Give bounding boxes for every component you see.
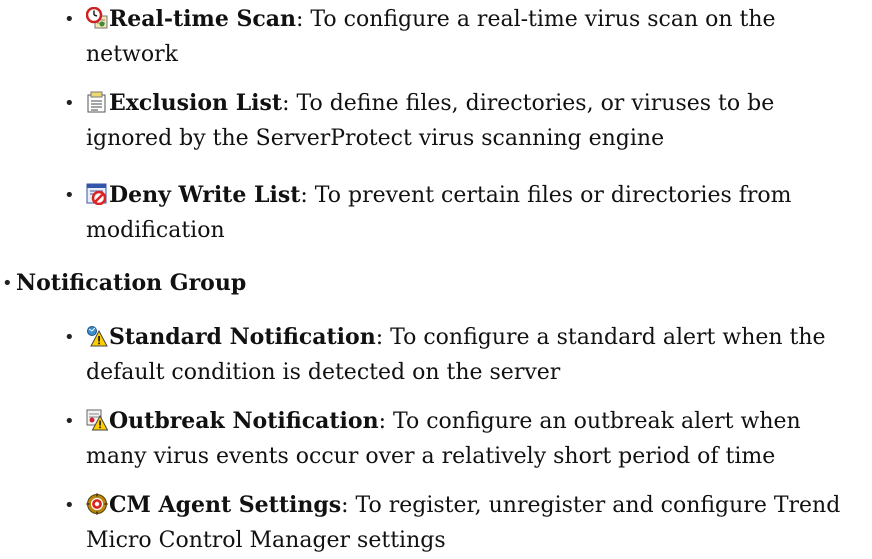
bullet: • bbox=[64, 185, 75, 206]
outbreak-notification-icon bbox=[86, 409, 108, 431]
exclusion-list-icon bbox=[86, 91, 108, 113]
list-item: • CM Agent Settings: To register, unregi… bbox=[64, 488, 846, 558]
notification-group-heading: • Notification Group bbox=[2, 266, 836, 301]
bullet: • bbox=[2, 273, 13, 294]
term-exclusion-list: Exclusion List bbox=[109, 90, 283, 116]
cm-agent-settings-icon bbox=[86, 493, 108, 515]
group-title: Notification Group bbox=[16, 270, 247, 296]
term-deny-write-list: Deny Write List bbox=[109, 182, 301, 208]
bullet: • bbox=[64, 495, 75, 516]
list-item: • Outbreak Notification: To configure an… bbox=[64, 404, 846, 474]
term-standard-notification: Standard Notification bbox=[109, 324, 376, 350]
standard-notification-icon bbox=[86, 325, 108, 347]
bullet: • bbox=[64, 93, 75, 114]
list-item: • Deny Write List: To prevent certain fi… bbox=[64, 178, 846, 248]
term-cm-agent-settings: CM Agent Settings bbox=[109, 492, 342, 518]
bullet: • bbox=[64, 327, 75, 348]
list-item: • Standard Notification: To configure a … bbox=[64, 320, 846, 390]
term-outbreak-notification: Outbreak Notification bbox=[109, 408, 379, 434]
deny-write-list-icon bbox=[86, 183, 108, 205]
list-item: • Real-time Scan: To configure a real-ti… bbox=[64, 2, 846, 72]
bullet: • bbox=[64, 9, 75, 30]
real-time-scan-icon bbox=[86, 7, 108, 29]
bullet: • bbox=[64, 411, 75, 432]
term-real-time-scan: Real-time Scan bbox=[109, 6, 297, 32]
list-item: • Exclusion List: To define files, direc… bbox=[64, 86, 846, 156]
